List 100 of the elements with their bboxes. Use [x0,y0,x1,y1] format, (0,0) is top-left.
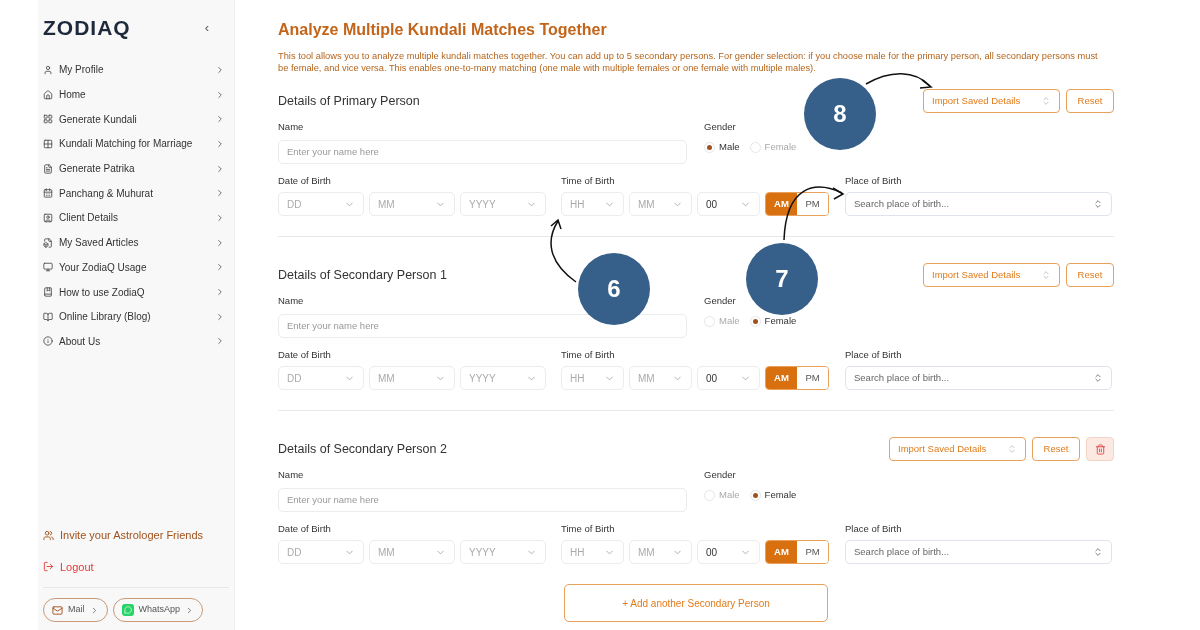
field-label: Name [278,120,305,134]
delete-button[interactable] [1086,437,1114,461]
field-label: Time of Birth [561,173,616,188]
collapse-button[interactable]: ‹ [204,18,209,38]
select-field[interactable]: MM [369,540,455,564]
name-input[interactable]: Enter your name here [278,313,687,338]
menu-icon [43,188,53,199]
chevron-right-icon [215,138,225,149]
updown-icon [1093,547,1103,557]
gender-radio[interactable]: Male [704,488,740,503]
place-search-field[interactable]: Search place of birth... [845,540,1112,564]
menu-icon [43,163,53,174]
menu-icon [43,114,53,125]
sidebar-item[interactable]: Home [43,82,229,107]
menu-icon [43,237,53,248]
meridiem-toggle[interactable]: AM [766,193,797,215]
field-label: Date of Birth [278,347,332,362]
field-label: Date of Birth [278,521,332,536]
name-input[interactable]: Enter your name here [278,487,687,512]
select-field[interactable]: 00 [697,192,760,216]
select-field[interactable]: MM [629,192,692,216]
sidebar-item[interactable]: My Profile [43,57,229,83]
place-search-field[interactable]: Search place of birth... [845,192,1112,216]
updown-icon [1093,373,1103,383]
logo: ZODIAQ [43,15,131,41]
chevron-right-icon [215,212,225,223]
import-saved-details-select[interactable]: Import Saved Details [923,263,1060,287]
sidebar-item[interactable]: Kundali Matching for Marriage [43,131,229,157]
sidebar-item[interactable]: Generate Patrika [43,156,229,181]
field-label: Date of Birth [278,173,332,188]
place-search-field[interactable]: Search place of birth... [845,366,1112,390]
whatsapp-icon [121,604,134,616]
chevron-right-icon [215,64,225,75]
description: This tool allows you to analyze multiple kundali matches together. You can add up to 5 secondary persons. For gender selection: if you choose male for the primary person, all secondary persons must be female, and vice versa. This enables one-to-many matching (one male with multiple females or one female with multiple males). [278,50,1099,74]
select-field[interactable]: YYYY [460,366,546,390]
gender-radio[interactable]: Male [704,140,740,155]
logout-link[interactable]: Logout [43,558,229,575]
gender-radio[interactable]: Female [749,488,797,503]
sidebar-item[interactable]: My Saved Articles [43,230,229,255]
callout-badge: 6 [578,253,650,325]
gender-radio[interactable]: Female [749,314,797,329]
invite-link[interactable]: Invite your Astrologer Friends [43,527,229,544]
menu-icon [43,262,53,273]
section-title: Details of Secondary Person 1 [278,266,447,284]
select-field[interactable]: YYYY [460,192,546,216]
chevron-right-icon [215,237,225,248]
meridiem-toggle[interactable]: AM [766,541,797,563]
gender-radio[interactable]: Male [704,314,740,329]
select-field[interactable]: 00 [697,540,760,564]
sidebar-item[interactable]: About Us [43,329,229,354]
reset-button[interactable]: Reset [1032,437,1080,461]
field-label: Gender [704,294,737,308]
menu-icon [43,311,53,322]
import-saved-details-select[interactable]: Import Saved Details [889,437,1026,461]
select-field[interactable]: HH [561,192,624,216]
sidebar-item[interactable]: Generate Kundali [43,106,229,132]
select-field[interactable]: MM [629,366,692,390]
chevron-right-icon [215,336,225,347]
gender-radio[interactable]: Female [749,140,797,155]
callout-badge: 8 [804,78,876,150]
menu-icon [43,336,53,347]
select-field[interactable]: DD [278,192,364,216]
sidebar-item[interactable]: Your ZodiaQ Usage [43,255,229,280]
users-icon [43,529,54,541]
select-field[interactable]: MM [369,366,455,390]
select-field[interactable]: 00 [697,366,760,390]
field-label: Place of Birth [845,347,903,362]
field-label: Place of Birth [845,521,903,536]
meridiem-toggle[interactable]: AM [766,367,797,389]
sidebar-item[interactable]: Client Details [43,205,229,231]
name-input[interactable]: Enter your name here [278,139,687,164]
select-field[interactable]: HH [561,540,624,564]
trash-icon [1094,443,1106,455]
select-field[interactable]: MM [629,540,692,564]
logout-icon [43,561,54,573]
menu-icon [43,212,53,223]
import-saved-details-select[interactable]: Import Saved Details [923,89,1060,113]
updown-icon [1007,444,1017,454]
select-field[interactable]: YYYY [460,540,546,564]
chevron-right-icon [215,188,225,199]
add-person-button[interactable]: + Add another Secondary Person [564,584,828,622]
page-title: Analyze Multiple Kundali Matches Together [278,20,608,40]
sidebar-item[interactable]: How to use ZodiaQ [43,279,229,305]
reset-button[interactable]: Reset [1066,263,1114,287]
updown-icon [1041,96,1051,106]
select-field[interactable]: DD [278,540,364,564]
sidebar-item[interactable]: Panchang & Muhurat [43,180,229,206]
sidebar-item[interactable]: Online Library (Blog) [43,304,229,330]
menu-icon [43,138,53,149]
menu-icon [43,89,53,100]
callout-badge: 7 [746,243,818,315]
select-field[interactable]: DD [278,366,364,390]
select-field[interactable]: MM [369,192,455,216]
chevron-right-icon [215,287,225,298]
section-title: Details of Primary Person [278,92,420,110]
field-label: Gender [704,120,737,134]
reset-button[interactable]: Reset [1066,89,1114,113]
field-label: Gender [704,468,737,482]
select-field[interactable]: HH [561,366,624,390]
chevron-right-icon [215,163,225,174]
